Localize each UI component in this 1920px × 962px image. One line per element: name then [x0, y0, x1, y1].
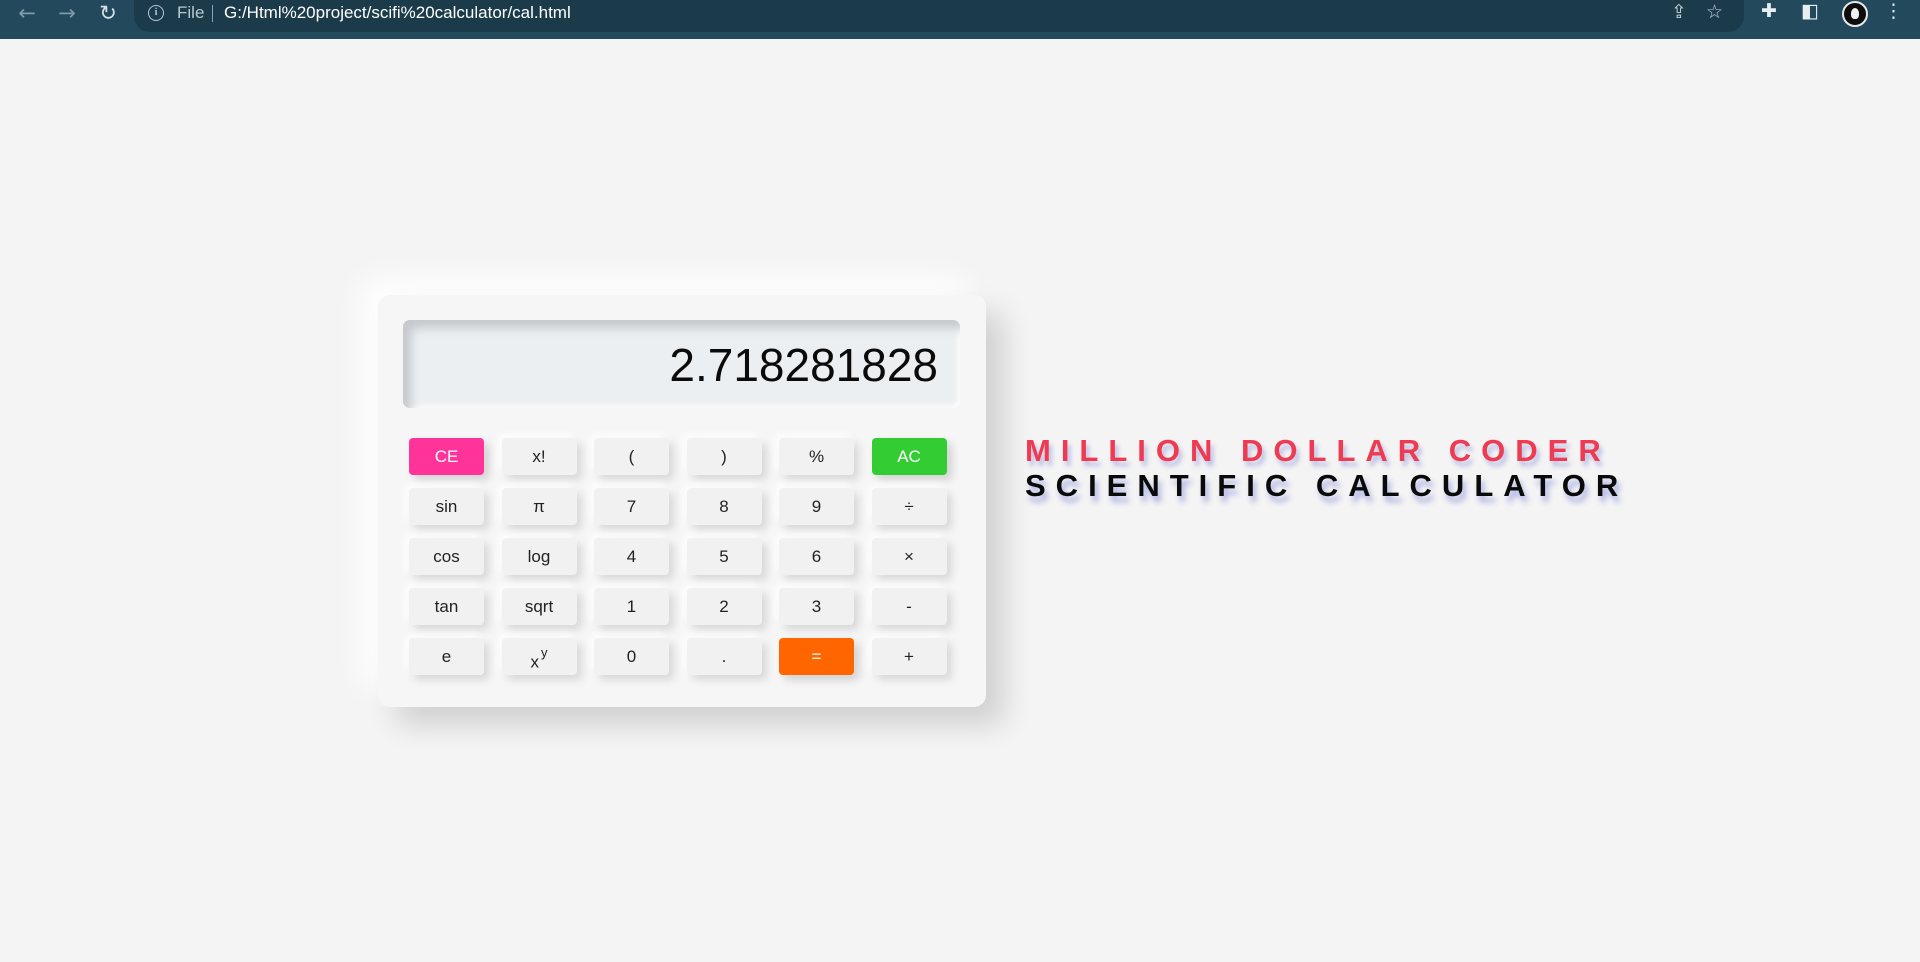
- browser-toolbar: ← → ↻ i File G:/Html%20project/scifi%20c…: [0, 0, 1920, 39]
- key-1-button[interactable]: 1: [594, 588, 669, 625]
- key-sqrt-button[interactable]: sqrt: [501, 588, 577, 625]
- key-label: 1: [626, 597, 637, 616]
- key-label: 5: [719, 547, 729, 566]
- key-ce-button[interactable]: CE: [409, 438, 484, 475]
- key-label: =: [811, 647, 822, 666]
- key-label: AC: [897, 447, 921, 466]
- key-superscript: y: [541, 645, 548, 660]
- key-plus-button[interactable]: +: [871, 638, 947, 675]
- key-8-button[interactable]: 8: [686, 488, 762, 525]
- key-label: .: [721, 647, 727, 666]
- title-line-2: SCIENTIFIC CALCULATOR: [1025, 468, 1629, 503]
- key-label: cos: [433, 547, 460, 566]
- key-4-button[interactable]: 4: [594, 538, 669, 575]
- key-6-button[interactable]: 6: [779, 538, 854, 575]
- keypad: CE x! ()% AC sin π 7 8 9 ÷ cos log 4 5 6 × tan sqrt 1 2 3 - e x…: [409, 438, 947, 675]
- key-0-button[interactable]: 0: [594, 638, 669, 675]
- key-log-button[interactable]: log: [501, 538, 577, 575]
- key-label: -: [906, 597, 912, 616]
- key-label: ): [721, 447, 727, 466]
- key-factorial-button[interactable]: x!: [501, 438, 577, 475]
- key-percent-button[interactable]: %: [779, 438, 854, 475]
- key-multiply-button[interactable]: ×: [871, 538, 947, 575]
- key-open-paren-button[interactable]: (: [594, 438, 669, 475]
- key-close-paren-button[interactable]: ): [686, 438, 762, 475]
- key-decimal-button[interactable]: .: [686, 638, 762, 675]
- key-cos-button[interactable]: cos: [409, 538, 484, 575]
- key-label: 7: [626, 497, 637, 516]
- key-label: 6: [811, 547, 822, 566]
- reload-icon[interactable]: ↻: [90, 0, 126, 28]
- key-e-button[interactable]: e: [409, 638, 484, 675]
- calculator: 2.718281828 CE x! ()% AC sin π 7 8 9 ÷ cos log 4 5 6 × t…: [378, 295, 986, 707]
- key-label: 2: [719, 597, 729, 616]
- key-label: sin: [435, 497, 458, 516]
- share-icon[interactable]: ⇪: [1671, 1, 1687, 23]
- side-panel-icon[interactable]: ◧: [1801, 0, 1819, 22]
- title-line-1: MILLION DOLLAR CODER: [1025, 433, 1611, 468]
- key-label: +: [904, 647, 914, 666]
- key-5-button[interactable]: 5: [686, 538, 762, 575]
- calculator-display: 2.718281828: [403, 320, 960, 408]
- menu-icon[interactable]: ⋮: [1884, 0, 1903, 22]
- key-pi-button[interactable]: π: [501, 488, 577, 525]
- key-label: ÷: [904, 497, 914, 516]
- key-label: %: [808, 447, 825, 466]
- extensions-icon[interactable]: ✚: [1761, 0, 1777, 22]
- key-equals-button[interactable]: =: [779, 638, 854, 675]
- key-sin-button[interactable]: sin: [409, 488, 484, 525]
- key-label: 0: [626, 647, 637, 666]
- info-icon[interactable]: i: [148, 5, 164, 21]
- key-3-button[interactable]: 3: [779, 588, 854, 625]
- address-separator: [212, 5, 213, 22]
- key-9-button[interactable]: 9: [779, 488, 854, 525]
- key-label: 8: [719, 497, 729, 516]
- key-label: CE: [434, 447, 459, 466]
- key-2-button[interactable]: 2: [686, 588, 762, 625]
- key-label: tan: [434, 597, 459, 616]
- key-label: 4: [626, 547, 637, 566]
- file-label: File: [177, 3, 205, 22]
- key-label: π: [533, 497, 545, 516]
- key-minus-button[interactable]: -: [871, 588, 947, 625]
- page-title: MILLION DOLLAR CODER SCIENTIFIC CALCULAT…: [1025, 433, 1628, 504]
- key-divide-button[interactable]: ÷: [871, 488, 947, 525]
- key-label: (: [628, 447, 635, 466]
- key-label: log: [527, 547, 551, 566]
- back-icon[interactable]: ←: [9, 0, 45, 28]
- bookmark-star-icon[interactable]: ☆: [1706, 1, 1723, 23]
- display-value: 2.718281828: [669, 339, 938, 391]
- key-label: ×: [904, 547, 914, 566]
- forward-icon[interactable]: →: [49, 0, 85, 28]
- key-tan-button[interactable]: tan: [409, 588, 484, 625]
- url-text[interactable]: G:/Html%20project/scifi%20calculator/cal…: [224, 3, 571, 23]
- address-bar[interactable]: i File G:/Html%20project/scifi%20calcula…: [134, 0, 1744, 32]
- key-power-button[interactable]: xy: [501, 638, 577, 675]
- key-ac-button[interactable]: AC: [871, 438, 947, 475]
- key-label: e: [441, 647, 452, 666]
- profile-avatar[interactable]: [1842, 1, 1868, 27]
- key-label: sqrt: [524, 597, 554, 616]
- key-label: 3: [811, 597, 822, 616]
- key-7-button[interactable]: 7: [594, 488, 669, 525]
- key-label: x: [530, 652, 540, 672]
- key-label: x!: [532, 447, 546, 466]
- key-label: 9: [811, 497, 822, 516]
